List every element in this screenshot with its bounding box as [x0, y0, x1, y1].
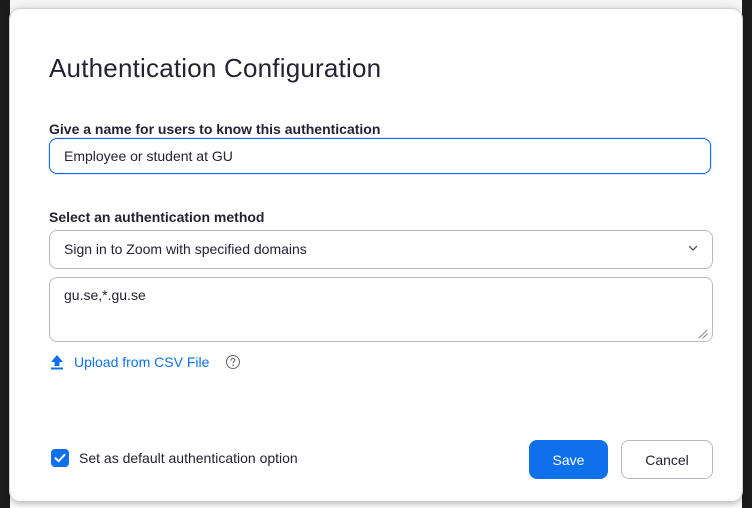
- help-question-icon[interactable]: [225, 354, 241, 370]
- authentication-name-input[interactable]: [49, 138, 711, 174]
- upload-csv-row: Upload from CSV File: [50, 352, 241, 372]
- save-button[interactable]: Save: [529, 440, 608, 479]
- upload-csv-link[interactable]: Upload from CSV File: [74, 354, 209, 370]
- authentication-method-select[interactable]: Sign in to Zoom with specified domains: [49, 230, 713, 269]
- upload-arrow-icon[interactable]: [50, 354, 64, 370]
- default-option-checkbox[interactable]: [51, 449, 69, 467]
- backdrop-left-strip: [0, 0, 10, 508]
- dialog-title: Authentication Configuration: [49, 53, 382, 83]
- check-icon: [54, 453, 66, 463]
- domains-textarea[interactable]: gu.se,*.gu.se: [49, 277, 713, 342]
- authentication-method-value: Sign in to Zoom with specified domains: [64, 241, 307, 257]
- name-field-label: Give a name for users to know this authe…: [49, 121, 381, 137]
- authentication-configuration-dialog: Authentication Configuration Give a name…: [10, 9, 742, 501]
- method-field-label: Select an authentication method: [49, 209, 265, 225]
- cancel-button[interactable]: Cancel: [621, 440, 713, 479]
- default-option-label[interactable]: Set as default authentication option: [79, 450, 298, 466]
- resize-grip-icon[interactable]: [696, 327, 708, 339]
- chevron-down-icon: [688, 245, 698, 251]
- backdrop-right-strip: [742, 0, 752, 508]
